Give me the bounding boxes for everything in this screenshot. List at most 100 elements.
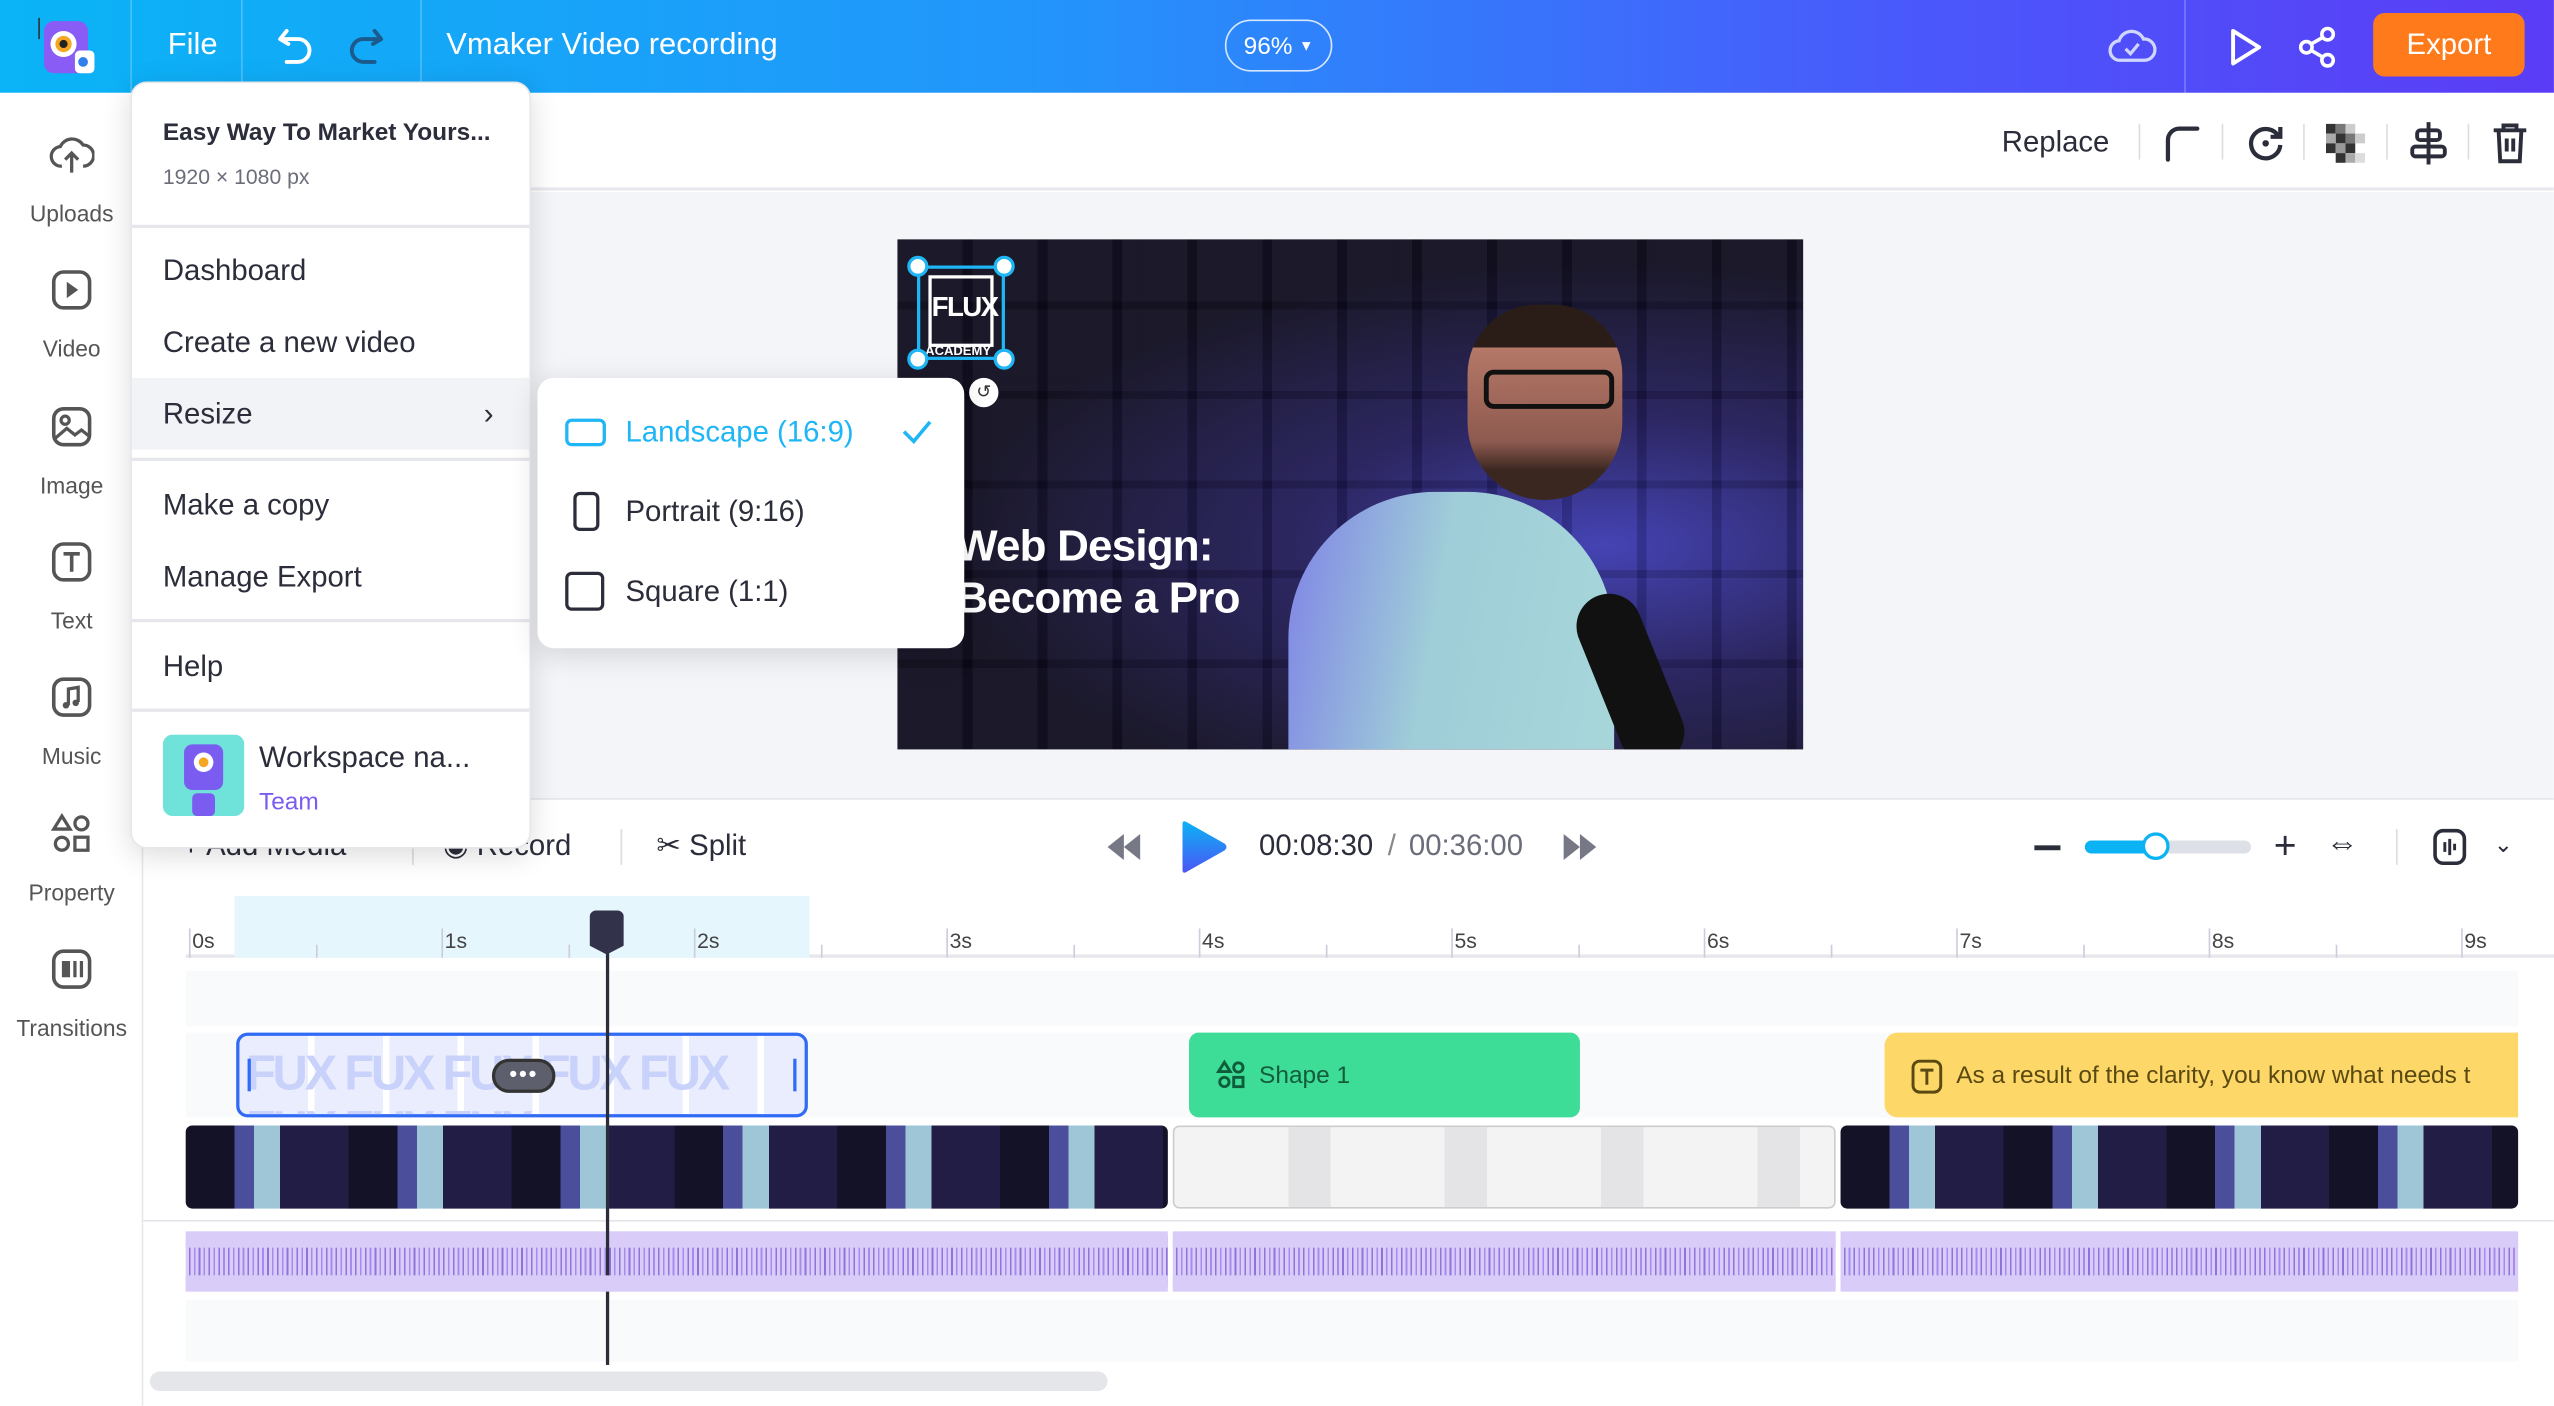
menu-item-make-copy[interactable]: Make a copy [132, 469, 529, 541]
video-clip[interactable] [185, 1125, 1168, 1209]
left-sidebar: Uploads Video Image Text Music Property … [0, 92, 144, 1406]
audio-clip[interactable] [1172, 1231, 1836, 1292]
audio-clip[interactable] [185, 1231, 1168, 1292]
align-icon[interactable] [2409, 121, 2448, 167]
file-menu: Easy Way To Market Yours... 1920 × 1080 … [130, 81, 531, 849]
text-clip[interactable]: As a result of the clarity, you know wha… [1884, 1032, 2519, 1118]
share-icon[interactable] [2297, 24, 2339, 70]
sidebar-item-property[interactable]: Property [0, 811, 143, 925]
sidebar-item-music[interactable]: Music [0, 674, 143, 788]
sidebar-item-text[interactable]: Text [0, 539, 143, 653]
ruler-tick [2461, 928, 2463, 958]
image-icon [51, 407, 92, 447]
cloud-saved-icon [2108, 29, 2157, 62]
preview-play-icon[interactable] [2227, 26, 2266, 68]
redo-icon[interactable] [345, 26, 384, 68]
ruler-minor-tick [567, 944, 570, 958]
rewind-icon[interactable] [1104, 831, 1143, 864]
video-preview[interactable]: Web Design: Become a Pro FLUX ACADEMY ↺ [897, 239, 1804, 750]
trim-handle-right[interactable] [793, 1058, 797, 1092]
menu-item-help[interactable]: Help [132, 630, 529, 702]
video-icon [51, 270, 92, 310]
zoom-in-icon[interactable]: + [2274, 824, 2297, 870]
audio-clip[interactable] [1840, 1231, 2519, 1292]
menu-item-create-new-video[interactable]: Create a new video [132, 306, 529, 378]
shape-clip[interactable]: Shape 1 [1189, 1032, 1580, 1118]
project-dimensions: 1920 × 1080 px [162, 164, 310, 189]
ruler-tick [1703, 928, 1706, 958]
resize-handle[interactable] [993, 348, 1015, 370]
rotate-icon[interactable] [2244, 122, 2286, 164]
timeline-horizontal-scrollbar[interactable] [149, 1371, 1108, 1391]
menu-item-manage-export[interactable]: Manage Export [132, 541, 529, 613]
fast-forward-icon[interactable] [1560, 831, 1599, 864]
zoom-out-icon[interactable] [2034, 845, 2061, 850]
ruler-minor-tick [1072, 944, 1075, 958]
video-clip[interactable] [1172, 1125, 1836, 1209]
shapes-icon [1215, 1059, 1245, 1089]
time-separator: / [1387, 829, 1396, 862]
fit-width-icon[interactable]: ⇔ [2326, 826, 2359, 863]
resize-submenu: Landscape (16:9) Portrait (9:16) Square … [537, 377, 965, 649]
title-line-1: Web Design: [956, 521, 1213, 571]
sidebar-item-uploads[interactable]: Uploads [0, 132, 143, 246]
music-icon [51, 677, 92, 717]
sidebar-item-video[interactable]: Video [0, 267, 143, 381]
file-menu-button[interactable]: File [168, 28, 218, 64]
sidebar-item-transitions[interactable]: Transitions [0, 946, 143, 1060]
resize-handle[interactable] [907, 348, 929, 370]
ruler-minor-tick [2082, 944, 2085, 958]
workspace-switcher[interactable]: Workspace na... Team [132, 718, 529, 832]
resize-handle[interactable] [907, 255, 929, 277]
selection-box [907, 255, 1015, 370]
resize-option-landscape[interactable]: Landscape (16:9) [538, 396, 965, 468]
trash-icon[interactable] [2490, 121, 2529, 167]
rotate-handle-icon[interactable]: ↺ [969, 377, 999, 408]
split-button[interactable]: ✂ Split [656, 829, 746, 863]
play-button[interactable] [1178, 819, 1230, 874]
sidebar-item-image[interactable]: Image [0, 404, 143, 518]
menu-item-resize[interactable]: Resize › [131, 377, 530, 450]
ruler-label: 5s [1454, 928, 1477, 953]
audio-waveform-toggle-icon[interactable] [2432, 827, 2468, 866]
resize-handle[interactable] [993, 255, 1015, 277]
project-name: Easy Way To Market Yours... [162, 118, 491, 147]
export-button[interactable]: Export [2373, 13, 2525, 77]
transparency-icon[interactable] [2325, 123, 2366, 163]
corner-radius-icon[interactable] [2163, 124, 2202, 163]
landscape-icon [565, 418, 606, 447]
resize-option-square[interactable]: Square (1:1) [538, 555, 965, 627]
clip-more-options-button[interactable]: ••• [491, 1058, 556, 1093]
sidebar-item-label: Image [39, 472, 104, 499]
text-icon [1911, 1059, 1943, 1094]
square-icon [565, 571, 605, 611]
trim-handle-left[interactable] [247, 1058, 251, 1092]
checkmark-icon [902, 420, 932, 445]
zoom-dropdown[interactable]: 96% ▼ [1224, 19, 1333, 72]
chevron-right-icon: › [483, 397, 494, 431]
video-title-text[interactable]: Web Design: Become a Pro [956, 520, 1240, 624]
ruler-tick [1198, 928, 1201, 958]
menu-item-dashboard[interactable]: Dashboard [132, 235, 529, 307]
playhead-handle[interactable] [589, 910, 624, 955]
shape-clip-label: Shape 1 [1259, 1061, 1351, 1090]
video-clip[interactable] [1840, 1125, 2519, 1209]
zoom-slider-handle[interactable] [2141, 832, 2170, 861]
sidebar-item-label: Text [50, 607, 93, 634]
option-label: Portrait (9:16) [625, 495, 805, 528]
top-bar: File Vmaker Video recording 96% ▼ Export [0, 0, 2554, 93]
ruler-label: 4s [1202, 928, 1225, 953]
replace-button[interactable]: Replace [2002, 125, 2110, 159]
undo-icon[interactable] [277, 26, 316, 68]
project-title[interactable]: Vmaker Video recording [446, 28, 777, 64]
ruler-tick [1956, 928, 1958, 958]
ruler-tick [441, 928, 444, 958]
sidebar-item-label: Transitions [16, 1014, 127, 1041]
app-logo[interactable] [36, 15, 101, 80]
resize-option-portrait[interactable]: Portrait (9:16) [538, 476, 965, 548]
chevron-down-icon[interactable]: ⌄ [2494, 831, 2513, 859]
ruler-label: 9s [2464, 928, 2487, 953]
zoom-slider[interactable] [2084, 832, 2252, 861]
ruler-label: 0s [192, 928, 215, 953]
zoom-value: 96% [1243, 31, 1293, 60]
